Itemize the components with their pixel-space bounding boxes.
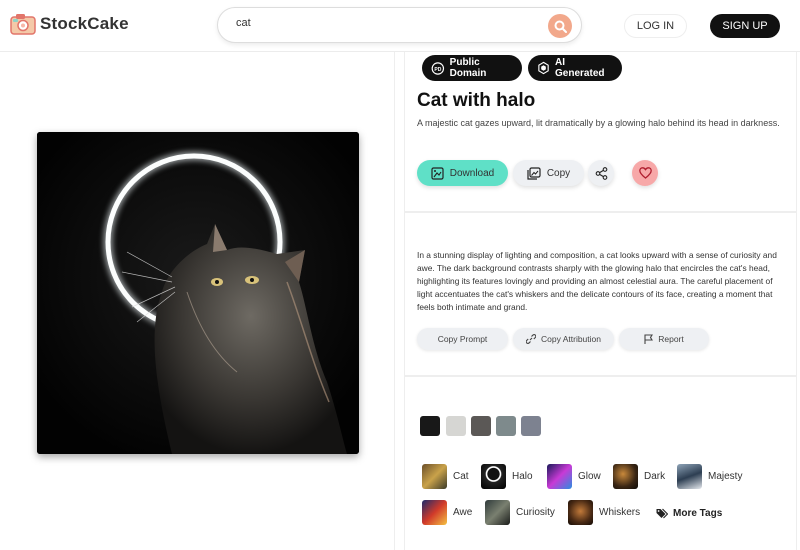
- search-icon: [554, 20, 567, 33]
- copy-button[interactable]: Copy: [513, 160, 584, 186]
- tag-thumbnail: [422, 500, 447, 525]
- tag-label: Whiskers: [599, 507, 641, 518]
- share-icon: [595, 166, 607, 180]
- copy-image-icon: [527, 166, 541, 180]
- tag-label: Cat: [453, 471, 469, 482]
- image-long-description: In a stunning display of lighting and co…: [417, 250, 777, 312]
- image-short-description: A majestic cat gazes upward, lit dramati…: [417, 118, 780, 128]
- image-download-icon: [431, 166, 444, 180]
- color-swatch[interactable]: [471, 416, 491, 436]
- ai-generated-badge[interactable]: AI Generated: [528, 55, 622, 81]
- public-domain-badge[interactable]: PD Public Domain: [422, 55, 522, 81]
- brand-name: StockCake: [40, 14, 129, 33]
- report-label: Report: [658, 334, 684, 344]
- more-tags-label: More Tags: [673, 507, 723, 519]
- search-bar: [217, 7, 582, 43]
- tag-label: Dark: [644, 471, 666, 482]
- tag-glow[interactable]: Glow: [547, 463, 605, 490]
- tag-thumbnail: [677, 464, 702, 489]
- cat-with-halo-image: [37, 132, 359, 454]
- tag-label: Awe: [453, 507, 473, 518]
- flag-icon: [644, 334, 654, 344]
- svg-text:PD: PD: [434, 66, 441, 72]
- tag-whiskers[interactable]: Whiskers: [568, 499, 644, 526]
- tag-label: Curiosity: [516, 507, 555, 518]
- link-icon: [525, 334, 536, 344]
- tag-label: Glow: [578, 471, 601, 482]
- ai-generated-label: AI Generated: [555, 57, 605, 79]
- tag-awe[interactable]: Awe: [422, 499, 476, 526]
- search-button[interactable]: [548, 14, 572, 38]
- public-domain-label: Public Domain: [449, 57, 487, 79]
- main-image[interactable]: [37, 132, 359, 454]
- tag-thumbnail: [481, 464, 506, 489]
- tag-cat[interactable]: Cat: [422, 463, 473, 490]
- color-swatch[interactable]: [521, 416, 541, 436]
- ai-chip-icon: [538, 61, 549, 75]
- image-title: Cat with halo: [417, 90, 536, 111]
- copy-label: Copy: [546, 167, 571, 179]
- public-domain-icon: PD: [431, 61, 445, 75]
- copy-prompt-label: Copy Prompt: [437, 334, 488, 344]
- site-header: StockCake LOG IN SIGN UP: [0, 0, 800, 52]
- tag-dark[interactable]: Dark: [613, 463, 669, 490]
- signup-button[interactable]: SIGN UP: [710, 14, 780, 38]
- tag-thumbnail: [568, 500, 593, 525]
- tag-curiosity[interactable]: Curiosity: [485, 499, 559, 526]
- report-button[interactable]: Report: [619, 328, 709, 350]
- camera-logo-icon: [10, 14, 36, 35]
- tag-majesty[interactable]: Majesty: [677, 463, 746, 490]
- search-input[interactable]: [236, 17, 536, 29]
- color-swatch[interactable]: [496, 416, 516, 436]
- color-swatch[interactable]: [446, 416, 466, 436]
- tag-thumbnail: [613, 464, 638, 489]
- copy-attribution-button[interactable]: Copy Attribution: [513, 328, 614, 350]
- tag-label: Halo: [512, 471, 533, 482]
- share-button[interactable]: [588, 160, 614, 186]
- tag-label: Majesty: [708, 471, 743, 482]
- heart-icon: [638, 167, 652, 179]
- tag-thumbnail: [422, 464, 447, 489]
- tag-thumbnail: [485, 500, 510, 525]
- like-button[interactable]: [632, 160, 658, 186]
- download-label: Download: [449, 167, 495, 179]
- copy-attribution-label: Copy Attribution: [540, 334, 601, 344]
- copy-prompt-button[interactable]: Copy Prompt: [417, 328, 508, 350]
- color-swatch[interactable]: [420, 416, 440, 436]
- login-button[interactable]: LOG IN: [624, 14, 687, 38]
- tags-icon: [656, 508, 668, 518]
- tag-halo[interactable]: Halo: [481, 463, 537, 490]
- logo[interactable]: StockCake: [10, 13, 129, 35]
- download-button[interactable]: Download: [417, 160, 508, 186]
- tag-thumbnail: [547, 464, 572, 489]
- more-tags-link[interactable]: More Tags: [656, 503, 722, 523]
